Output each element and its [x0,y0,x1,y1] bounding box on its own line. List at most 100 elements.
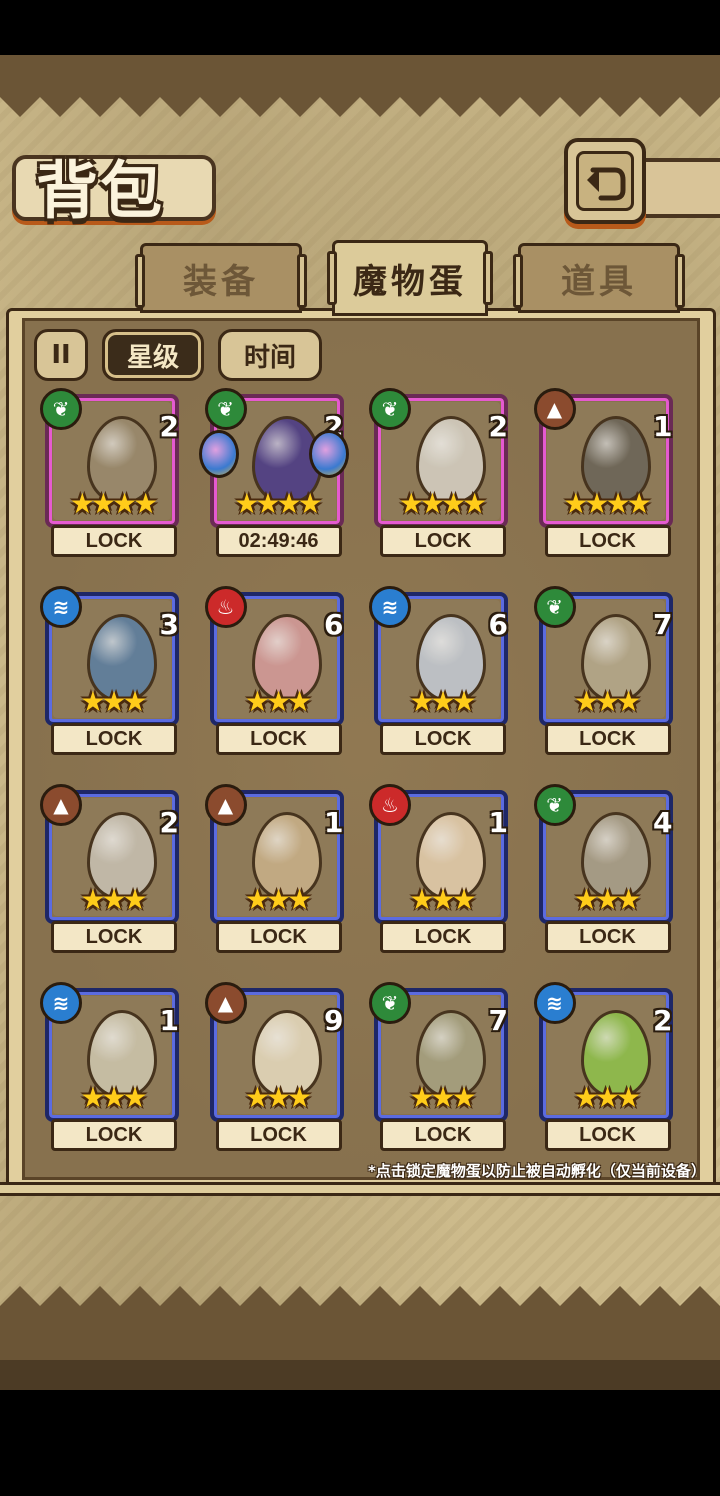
leaf-icon: ❦ [204,388,247,430]
tab-post [327,251,337,305]
water-wave-icon: ≋ [533,982,576,1024]
egg-count: 1 [488,806,508,839]
lock-button[interactable]: LOCK [544,723,671,755]
leaf-icon: ❦ [533,784,576,826]
egg-count: 2 [488,410,508,443]
star-rating: ★★★ [80,1081,147,1114]
star-rating: ★★★ [80,883,147,916]
tab-label: 魔物蛋 [353,261,467,302]
wing-left [198,430,239,478]
top-border [0,55,720,85]
lock-button[interactable]: LOCK [380,921,506,953]
lock-hint-text: *点击锁定魔物蛋以防止被自动孵化（仅当前设备） [368,1162,706,1180]
star-rating: ★★★★ [234,487,322,520]
egg-count: 9 [324,1004,344,1037]
lock-button[interactable]: LOCK [544,1119,671,1151]
egg-count: 1 [159,1004,179,1037]
egg-card[interactable]: 1 ▲ ★★★★ LOCK [530,388,673,562]
star-rating: ★★★★ [563,487,651,520]
star-rating: ★★★★ [69,487,158,520]
zigzag-bottom-edge [0,1286,720,1320]
egg-card[interactable]: 2 ▲ ★★★ LOCK [36,784,179,958]
egg-count: 7 [488,1004,508,1037]
lock-button[interactable]: LOCK [215,1119,342,1151]
egg-card[interactable]: 2 ❦ ★★★★ LOCK [365,388,508,562]
flame-icon: ♨ [204,586,247,628]
tab-label: 装备 [183,261,259,302]
egg-card[interactable]: 3 ≋ ★★★ LOCK [36,586,179,760]
star-rating: ★★★ [244,883,312,916]
egg-card[interactable]: 7 ❦ ★★★ LOCK [365,982,508,1156]
butterfly-wings-icon [198,430,349,480]
egg-count: 2 [159,806,179,839]
flame-icon: ♨ [369,784,411,826]
egg-count: 2 [653,1004,673,1037]
star-rating: ★★★ [409,883,476,916]
star-rating: ★★★ [244,1081,312,1114]
wing-right [308,430,349,478]
egg-count: 2 [159,410,179,443]
water-wave-icon: ≋ [40,586,82,628]
egg-card[interactable]: 6 ≋ ★★★ LOCK [365,586,508,760]
lock-button[interactable]: LOCK [544,525,671,557]
sort-by-time-button[interactable]: 时间 [218,329,322,381]
lock-button[interactable]: LOCK [380,723,506,755]
bottom-band [0,1320,720,1360]
tab-equipment[interactable]: 装备 [135,243,307,313]
egg-count: 6 [488,608,508,641]
lock-button[interactable]: LOCK [51,525,177,557]
egg-card[interactable]: 4 ❦ ★★★ LOCK [530,784,673,958]
mountain-icon: ▲ [533,388,576,430]
egg-count: 3 [159,608,179,641]
lock-button[interactable]: LOCK [51,1119,177,1151]
egg-card[interactable]: 2 ❦ ★★★★ 02:49:46 [198,388,349,562]
lock-button[interactable]: LOCK [380,525,506,557]
egg-card[interactable]: 1 ♨ ★★★ LOCK [365,784,508,958]
hatch-timer[interactable]: 02:49:46 [215,525,342,557]
lock-button[interactable]: LOCK [215,921,342,953]
tab-post [483,251,493,305]
star-rating: ★★★ [573,1081,641,1114]
egg-count: 7 [653,608,673,641]
star-rating: ★★★ [573,685,641,718]
lock-button[interactable]: LOCK [215,723,342,755]
tab-monster-egg[interactable]: 魔物蛋 [327,240,493,316]
star-rating: ★★★ [80,685,147,718]
tab-label: 道具 [561,261,637,302]
panel-bottom-rail [0,1182,720,1196]
egg-count: 6 [324,608,344,641]
leaf-icon: ❦ [369,388,411,430]
star-rating: ★★★ [409,1081,476,1114]
mountain-icon: ▲ [204,784,247,826]
tab-post [513,254,523,308]
star-rating: ★★★ [244,685,312,718]
egg-count: 1 [653,410,673,443]
mountain-icon: ▲ [204,982,247,1024]
sort-toggle-button[interactable]: II [34,329,88,381]
lock-button[interactable]: LOCK [544,921,671,953]
back-button[interactable] [564,138,646,224]
lock-button[interactable]: LOCK [51,723,177,755]
lock-button[interactable]: LOCK [51,921,177,953]
water-wave-icon: ≋ [40,982,82,1024]
leaf-icon: ❦ [533,586,576,628]
tab-post [135,254,145,308]
pause-sort-icon: II [51,340,71,370]
tab-post [297,254,307,308]
egg-card[interactable]: 1 ≋ ★★★ LOCK [36,982,179,1156]
star-rating: ★★★★ [398,487,487,520]
egg-card[interactable]: 7 ❦ ★★★ LOCK [530,586,673,760]
egg-card[interactable]: 2 ≋ ★★★ LOCK [530,982,673,1156]
sort-by-star-button[interactable]: 星级 [102,329,204,381]
egg-card[interactable]: 6 ♨ ★★★ LOCK [201,586,344,760]
leaf-icon: ❦ [369,982,411,1024]
star-rating: ★★★ [409,685,476,718]
mountain-icon: ▲ [40,784,82,826]
egg-card[interactable]: 9 ▲ ★★★ LOCK [201,982,344,1156]
lock-button[interactable]: LOCK [380,1119,506,1151]
egg-card[interactable]: 1 ▲ ★★★ LOCK [201,784,344,958]
egg-card[interactable]: 2 ❦ ★★★★ LOCK [36,388,179,562]
water-wave-icon: ≋ [369,586,411,628]
egg-count: 4 [653,806,673,839]
tab-items[interactable]: 道具 [513,243,685,313]
